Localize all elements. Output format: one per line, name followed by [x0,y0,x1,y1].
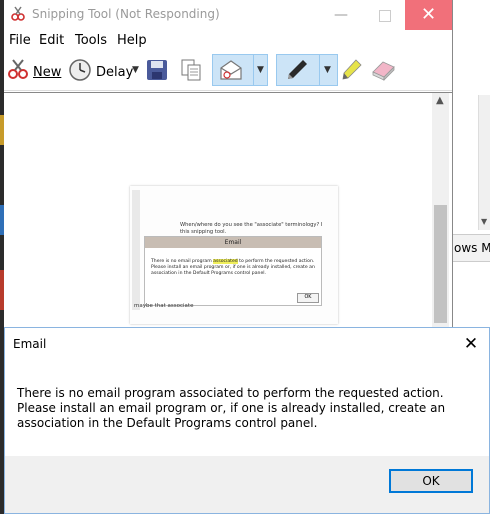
clock-icon [69,59,91,81]
maximize-button[interactable] [370,4,400,26]
close-icon: ✕ [463,334,479,354]
maximize-icon [379,10,391,22]
captured-snip-image: When/where do you see the "associate" te… [130,186,338,324]
title-bar[interactable]: Snipping Tool (Not Responding) — ✕ [4,0,452,30]
new-label: New [33,65,62,80]
copy-icon [181,59,201,81]
eraser-icon [372,61,395,81]
pen-icon [288,60,307,79]
background-column-header: ows Ma [452,234,490,262]
vertical-scrollbar[interactable]: ▲ [432,93,449,330]
snipping-tool-window: Snipping Tool (Not Responding) — ✕ File … [4,0,453,331]
save-button[interactable] [144,54,170,86]
snip-footer-note: maybe that associate [134,303,194,309]
scissors-icon [8,59,28,79]
menu-file[interactable]: File [9,33,31,48]
snip-dialog-title: Email [145,237,321,248]
delay-label: Delay [96,65,134,80]
close-button[interactable]: ✕ [405,0,452,30]
background-scrollbar[interactable]: ▼ [478,95,490,230]
scissors-icon [11,6,25,21]
menu-tools[interactable]: Tools [75,33,107,48]
envelope-icon [220,60,242,80]
snip-ok-button: OK [297,293,319,303]
highlighter-button[interactable] [338,54,364,86]
scrollbar-thumb[interactable] [434,205,447,323]
delay-button[interactable]: Delay ▼ [66,54,144,86]
chevron-down-icon[interactable]: ▼ [257,65,264,75]
toolbar: New Delay ▼ ▼ ▼ [4,50,452,91]
ok-button[interactable]: OK [389,469,473,493]
dialog-message: There is no email program associated to … [17,386,446,430]
new-button[interactable]: New [4,54,62,86]
minimize-button[interactable]: — [326,4,356,26]
dialog-title: Email [13,337,47,351]
menu-bar: File Edit Tools Help [4,30,452,50]
window-title: Snipping Tool (Not Responding) [32,7,220,21]
chevron-down-icon: ▼ [481,217,488,226]
send-snip-button[interactable]: ▼ [212,54,268,86]
save-icon [147,60,167,80]
close-icon: ✕ [420,4,437,25]
chevron-up-icon[interactable]: ▲ [436,95,444,106]
menu-edit[interactable]: Edit [39,33,64,48]
snip-email-dialog: Email There is no email program associat… [144,236,322,306]
highlighter-icon [342,59,362,80]
chevron-down-icon: ▼ [132,65,139,75]
snip-dialog-message: There is no email program associated to … [151,259,315,276]
pen-button[interactable]: ▼ [276,54,338,86]
chevron-down-icon[interactable]: ▼ [324,65,331,75]
copy-button[interactable] [178,54,204,86]
dialog-close-button[interactable]: ✕ [461,333,481,355]
snip-question-text: When/where do you see the "associate" te… [180,222,323,235]
menu-help[interactable]: Help [117,33,147,48]
eraser-button[interactable] [368,54,398,86]
email-dialog: Email ✕ There is no email program associ… [4,327,490,514]
dialog-footer: OK [5,456,489,513]
